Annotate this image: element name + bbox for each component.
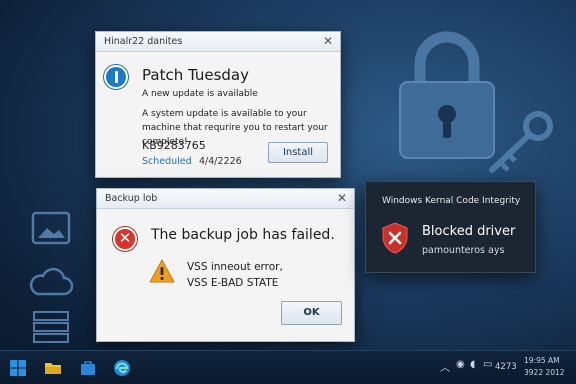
store-icon[interactable] (78, 358, 98, 378)
notification-title: Windows Kernal Code Integrity (382, 196, 521, 206)
scheduled-label: Scheduled (142, 156, 192, 167)
code-integrity-notification[interactable]: Windows Kernal Code Integrity Blocked dr… (365, 181, 536, 273)
patch-subheading: A new update is available (142, 89, 258, 99)
notification-detail: pamounteros ays (422, 245, 505, 256)
error-detail-line2: VSS E-BAD STATE (187, 277, 279, 289)
clock-time[interactable]: 19:95 AM (524, 356, 560, 365)
error-detail-line1: VSS inneout error, (187, 261, 283, 273)
cloud-icon (29, 267, 74, 296)
chevron-up-icon[interactable]: ︿ (440, 359, 450, 374)
ok-button[interactable]: OK (281, 301, 342, 325)
tray-number: 4273 (495, 362, 517, 372)
patch-dialog-titlebar[interactable]: Hinalr22 danites ✕ (96, 32, 340, 52)
backup-heading: The backup job has failed. (151, 227, 335, 243)
edge-icon[interactable] (112, 358, 132, 378)
backup-dialog-titlebar[interactable]: Backup lob ✕ (97, 189, 354, 209)
battery-icon[interactable]: ▭ (483, 359, 492, 370)
warning-triangle-icon (149, 259, 175, 283)
notification-heading: Blocked driver (422, 224, 516, 239)
windows-start-icon[interactable] (8, 358, 28, 378)
backup-dialog-title: Backup lob (105, 193, 158, 204)
volume-icon[interactable]: ◖ (470, 359, 475, 370)
clock-date[interactable]: 3922 2012 (524, 368, 565, 377)
server-rack-icon (33, 311, 69, 343)
kb-number: KB9283765 (142, 139, 206, 152)
scheduled-date: 4/4/2226 (199, 156, 242, 167)
taskbar: ︿ ◉ ◖ ▭ 4273 19:95 AM 3922 2012 (0, 350, 576, 384)
error-x-icon: ✕ (113, 227, 137, 251)
info-icon (104, 65, 128, 89)
backup-error-dialog: Backup lob ✕ ✕ The backup job has failed… (96, 188, 355, 342)
patch-dialog-close-icon[interactable]: ✕ (323, 34, 333, 48)
backup-dialog-close-icon[interactable]: ✕ (337, 191, 347, 205)
network-icon[interactable]: ◉ (456, 359, 465, 370)
file-explorer-icon[interactable] (43, 358, 63, 378)
key-icon (489, 111, 553, 173)
shield-block-icon (382, 222, 408, 254)
patch-update-dialog: Hinalr22 danites ✕ Patch Tuesday A new u… (95, 31, 341, 178)
install-button[interactable]: Install (268, 142, 328, 163)
patch-heading: Patch Tuesday (142, 66, 249, 84)
photo-tablet-icon (31, 211, 71, 245)
patch-dialog-title: Hinalr22 danites (104, 36, 183, 47)
